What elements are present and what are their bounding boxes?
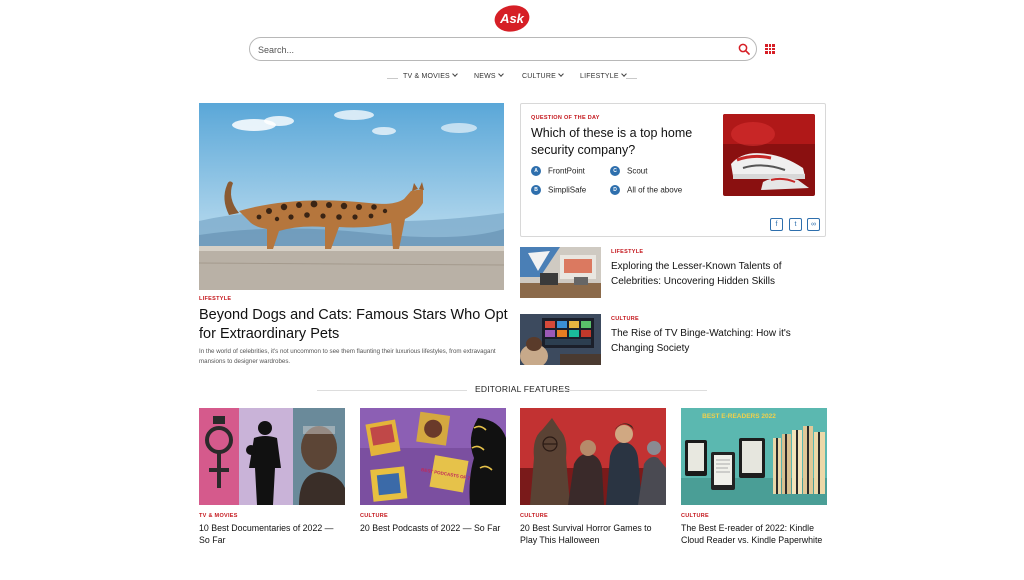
- search-input[interactable]: [258, 42, 728, 57]
- nav-item-tv-movies[interactable]: TV & MOVIES: [403, 71, 458, 80]
- option-text: All of the above: [627, 185, 683, 195]
- question-of-the-day-card: QUESTION OF THE DAY Which of these is a …: [520, 103, 826, 237]
- hero-title[interactable]: Beyond Dogs and Cats: Famous Stars Who O…: [199, 306, 509, 344]
- card-image-horror-games[interactable]: [520, 408, 666, 505]
- chevron-down-icon: [452, 71, 458, 77]
- hero-description: In the world of celebrities, it's not un…: [199, 348, 496, 365]
- option-letter-badge: A: [531, 166, 541, 176]
- card-label: CULTURE: [360, 513, 388, 519]
- facebook-icon[interactable]: f: [770, 218, 783, 231]
- divider-left: [317, 390, 467, 391]
- option-text: SimpliSafe: [548, 185, 587, 195]
- qotd-question: Which of these is a top home security co…: [531, 126, 693, 157]
- option-text: FrontPoint: [548, 166, 585, 176]
- option-letter-badge: B: [531, 185, 541, 195]
- apps-grid-icon[interactable]: [765, 44, 775, 54]
- nav-item-lifestyle[interactable]: LIFESTYLE: [580, 71, 627, 80]
- card-image-podcasts[interactable]: BEST PODCASTS OF 2022: [360, 408, 506, 505]
- editorial-card: BEST E-READERS 2022 CULTURE The Best E-r…: [681, 408, 827, 546]
- side-story-label: CULTURE: [611, 316, 639, 322]
- nav-item-news[interactable]: NEWS: [474, 71, 504, 80]
- side-story-image-tv[interactable]: [520, 314, 601, 365]
- qotd-option-c[interactable]: C Scout: [610, 166, 647, 176]
- nav-divider-right: [626, 78, 637, 79]
- hero-category-label[interactable]: LIFESTYLE: [199, 296, 231, 302]
- ereader-cover-text: BEST E-READERS 2022: [702, 413, 776, 420]
- nav-label: CULTURE: [522, 73, 556, 80]
- side-story: CULTURE The Rise of TV Binge-Watching: H…: [520, 314, 826, 368]
- card-image-documentaries[interactable]: [199, 408, 345, 505]
- side-story-label: LIFESTYLE: [611, 249, 644, 255]
- search-icon[interactable]: [738, 43, 750, 55]
- nav-item-culture[interactable]: CULTURE: [522, 71, 564, 80]
- hero-image-cat[interactable]: [199, 103, 504, 290]
- chevron-down-icon: [497, 71, 504, 77]
- side-story: LIFESTYLE Exploring the Lesser-Known Tal…: [520, 247, 826, 301]
- link-icon[interactable]: ∞: [807, 218, 820, 231]
- side-story-title[interactable]: The Rise of TV Binge-Watching: How it's …: [611, 326, 821, 356]
- search-bar: [249, 37, 757, 61]
- card-label: CULTURE: [681, 513, 709, 519]
- nav-divider-left: [387, 78, 398, 79]
- card-title[interactable]: The Best E-reader of 2022: Kindle Cloud …: [681, 522, 827, 546]
- editorial-card: BEST PODCASTS OF 2022 CULTURE 20 Best Po…: [360, 408, 506, 534]
- card-title[interactable]: 10 Best Documentaries of 2022 — So Far: [199, 522, 345, 546]
- qotd-image-sneakers: [723, 114, 815, 196]
- card-label: TV & MOVIES: [199, 513, 238, 519]
- chevron-down-icon: [558, 71, 564, 77]
- logo-text: Ask: [499, 11, 525, 26]
- divider-right: [557, 390, 707, 391]
- nav-label: TV & MOVIES: [403, 73, 450, 80]
- side-story-title[interactable]: Exploring the Lesser-Known Talents of Ce…: [611, 259, 821, 289]
- editorial-card: TV & MOVIES 10 Best Documentaries of 202…: [199, 408, 345, 546]
- card-image-ereaders[interactable]: BEST E-READERS 2022: [681, 408, 827, 505]
- card-title[interactable]: 20 Best Survival Horror Games to Play Th…: [520, 522, 666, 546]
- side-story-image-studio[interactable]: [520, 247, 601, 298]
- qotd-label: QUESTION OF THE DAY: [531, 115, 600, 121]
- card-title[interactable]: 20 Best Podcasts of 2022 — So Far: [360, 522, 506, 534]
- chevron-down-icon: [620, 71, 627, 77]
- editorial-card: CULTURE 20 Best Survival Horror Games to…: [520, 408, 666, 546]
- editorial-heading-text: EDITORIAL FEATURES: [475, 384, 571, 394]
- qotd-option-d[interactable]: D All of the above: [610, 185, 682, 195]
- qotd-option-a[interactable]: A FrontPoint: [531, 166, 585, 176]
- option-letter-badge: D: [610, 185, 620, 195]
- twitter-icon[interactable]: t: [789, 218, 802, 231]
- nav-label: NEWS: [474, 73, 496, 80]
- ask-logo[interactable]: Ask: [494, 5, 530, 32]
- top-nav: TV & MOVIES NEWS CULTURE LIFESTYLE: [0, 71, 1024, 86]
- nav-label: LIFESTYLE: [580, 73, 619, 80]
- option-letter-badge: C: [610, 166, 620, 176]
- editorial-features-heading: EDITORIAL FEATURES: [0, 384, 1024, 396]
- card-label: CULTURE: [520, 513, 548, 519]
- option-text: Scout: [627, 166, 648, 176]
- qotd-option-b[interactable]: B SimpliSafe: [531, 185, 586, 195]
